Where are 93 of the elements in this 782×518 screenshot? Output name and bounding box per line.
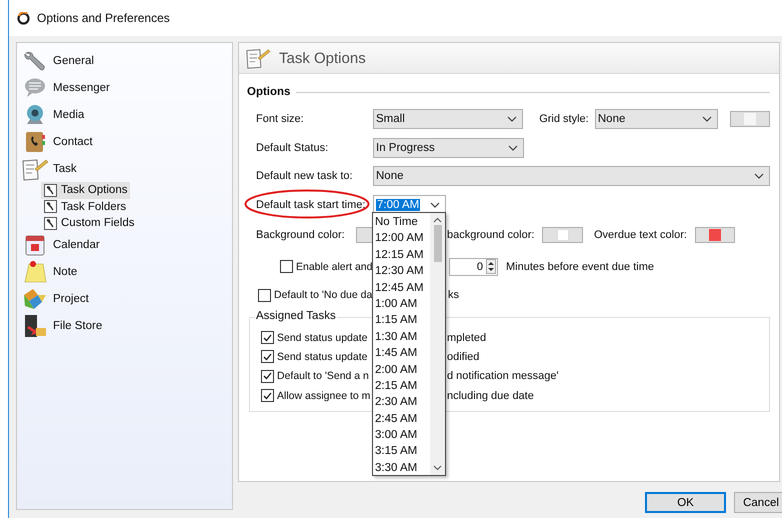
checkbox-label: ncluding due date bbox=[447, 390, 534, 402]
sidebar-item[interactable]: Calendar bbox=[21, 232, 228, 258]
section-title: Options bbox=[247, 86, 290, 98]
time-option[interactable]: 1:15 AM bbox=[373, 312, 430, 329]
checkbox-label: ks bbox=[448, 289, 459, 301]
field-label: background color: bbox=[447, 229, 536, 241]
field-label: Overdue text color: bbox=[594, 229, 688, 241]
chevron-down-icon bbox=[430, 202, 440, 208]
spinner-arrows-icon bbox=[486, 259, 496, 274]
sidebar-subitem[interactable]: Task Folders bbox=[41, 198, 130, 215]
sidebar-subitem[interactable]: Task Options bbox=[41, 182, 130, 198]
group-title: Assigned Tasks bbox=[255, 310, 337, 322]
time-option[interactable]: 1:45 AM bbox=[373, 345, 430, 362]
checkbox-label: Allow assignee to m bbox=[277, 390, 370, 402]
new-task-dropdown[interactable]: None bbox=[373, 166, 770, 186]
start-time-dropdown[interactable]: 7:00 AM bbox=[373, 194, 446, 215]
wrench-icon bbox=[44, 216, 57, 230]
time-option[interactable]: 2:00 AM bbox=[373, 362, 430, 378]
sidebar-item[interactable]: Task bbox=[21, 155, 228, 182]
time-option[interactable]: 2:45 AM bbox=[373, 410, 430, 428]
wrench-icon bbox=[44, 184, 57, 197]
field-label: Minutes before event due time bbox=[506, 260, 654, 272]
checkbox[interactable] bbox=[258, 288, 271, 302]
time-option[interactable]: 2:15 AM bbox=[373, 378, 430, 394]
scroll-down-icon[interactable] bbox=[433, 465, 442, 471]
wrench-icon bbox=[44, 200, 57, 214]
time-option[interactable]: 3:00 AM bbox=[373, 427, 430, 444]
font-size-dropdown[interactable]: Small bbox=[373, 109, 524, 130]
file-cabinet-icon bbox=[22, 314, 48, 338]
wrench-icon bbox=[23, 50, 47, 72]
checkbox-label: d notification message' bbox=[447, 370, 559, 382]
field-label: Font size: bbox=[256, 113, 305, 126]
puzzle-icon bbox=[22, 287, 48, 311]
checkbox-label: Send status update bbox=[277, 350, 368, 363]
sidebar-item[interactable]: Project bbox=[21, 286, 228, 312]
color-button[interactable] bbox=[356, 227, 373, 243]
checkbox[interactable] bbox=[261, 331, 274, 344]
sidebar-item[interactable]: File Store bbox=[21, 312, 228, 340]
checkbox-label: mpleted bbox=[447, 332, 486, 344]
checkbox[interactable] bbox=[261, 350, 274, 364]
minutes-spinner[interactable]: 0 bbox=[449, 258, 498, 276]
notepad-pencil-icon bbox=[21, 156, 49, 180]
checkbox-label: Default to 'No due da bbox=[274, 289, 372, 301]
dialog-button[interactable]: OK bbox=[645, 492, 726, 513]
checkbox-label: Default to 'Send a n bbox=[277, 370, 369, 382]
field-label: Default task start time: bbox=[256, 198, 366, 211]
checkbox[interactable] bbox=[261, 370, 274, 383]
grid-color-button[interactable] bbox=[730, 111, 770, 128]
checkbox[interactable] bbox=[280, 260, 293, 273]
time-option[interactable]: 3:30 AM bbox=[373, 460, 430, 476]
field-label: Grid style: bbox=[539, 113, 590, 126]
field-label: Default new task to: bbox=[256, 170, 354, 182]
grid-style-dropdown[interactable]: None bbox=[594, 109, 718, 130]
time-option[interactable]: No Time bbox=[373, 214, 430, 230]
checkbox[interactable] bbox=[261, 389, 274, 402]
chevron-down-icon bbox=[507, 116, 518, 122]
sidebar-item[interactable]: Contact bbox=[21, 128, 228, 155]
checkbox-label: odified bbox=[447, 350, 480, 363]
time-option[interactable]: 2:30 AM bbox=[373, 394, 430, 411]
sidebar-item[interactable]: Media bbox=[21, 101, 228, 128]
window-title: Options and Preferences bbox=[37, 11, 170, 25]
color-button[interactable] bbox=[695, 227, 735, 243]
sidebar-subitem[interactable]: Custom Fields bbox=[41, 215, 138, 232]
chevron-down-icon bbox=[508, 144, 518, 151]
time-option[interactable]: 12:15 AM bbox=[373, 246, 430, 264]
scroll-thumb[interactable] bbox=[434, 225, 442, 262]
sticky-note-icon bbox=[22, 260, 48, 284]
field-label: Background color: bbox=[256, 229, 345, 241]
calendar-icon bbox=[23, 233, 47, 257]
speech-bubble-icon bbox=[23, 76, 47, 98]
time-option[interactable]: 12:45 AM bbox=[373, 280, 430, 296]
field-label: Default Status: bbox=[256, 142, 330, 154]
time-option[interactable]: 1:30 AM bbox=[373, 328, 430, 346]
time-option[interactable]: 12:30 AM bbox=[373, 263, 430, 280]
time-option[interactable]: 3:15 AM bbox=[373, 443, 430, 460]
sidebar-item[interactable]: Messenger bbox=[21, 74, 228, 101]
sidebar-item[interactable]: General bbox=[21, 47, 228, 74]
status-dropdown[interactable]: In Progress bbox=[373, 138, 524, 158]
scroll-up-icon[interactable] bbox=[433, 217, 442, 223]
chevron-down-icon bbox=[754, 173, 764, 180]
time-option[interactable]: 12:00 AM bbox=[373, 230, 430, 247]
color-button[interactable] bbox=[542, 227, 583, 243]
notepad-pencil-icon bbox=[245, 46, 271, 70]
dialog-button[interactable]: Cancel bbox=[734, 492, 782, 513]
panel-title: Task Options bbox=[279, 50, 366, 66]
scrollbar[interactable] bbox=[430, 213, 445, 475]
checkbox-label: Enable alert and bbox=[296, 260, 372, 272]
sidebar-item[interactable]: Note bbox=[21, 258, 228, 286]
chevron-down-icon bbox=[702, 116, 712, 122]
app-logo-icon bbox=[17, 12, 30, 24]
checkbox-label: Send status update bbox=[277, 332, 368, 344]
address-book-icon bbox=[23, 130, 47, 152]
time-option[interactable]: 1:00 AM bbox=[373, 296, 430, 312]
